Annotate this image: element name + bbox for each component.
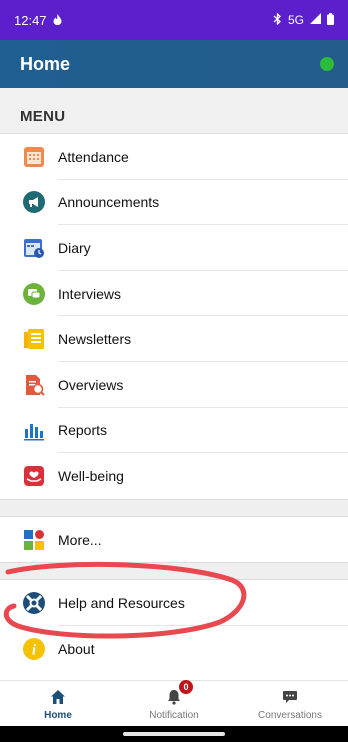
menu-item-newsletters[interactable]: Newsletters <box>0 316 348 362</box>
battery-icon <box>327 12 334 28</box>
diary-icon <box>22 236 46 260</box>
flame-icon <box>53 13 62 28</box>
menu-item-announcements[interactable]: Announcements <box>0 180 348 226</box>
bottom-navigation: Home 0 Notification Conversations <box>0 680 348 726</box>
menu-item-label: Help and Resources <box>58 595 185 612</box>
menu-item-attendance[interactable]: Attendance <box>0 134 348 180</box>
attendance-icon <box>22 145 46 169</box>
menu-item-label: More... <box>58 531 102 548</box>
app-bar: Home <box>0 40 348 88</box>
status-time: 12:47 <box>14 12 47 28</box>
online-status-dot <box>320 57 334 71</box>
menu-item-label: About <box>58 640 95 657</box>
menu-header-label: MENU <box>20 108 66 125</box>
reports-icon <box>22 418 46 442</box>
menu-section-header: MENU <box>0 88 348 134</box>
menu-item-label: Interviews <box>58 285 122 302</box>
nav-notification[interactable]: 0 Notification <box>119 680 229 721</box>
menu-item-reports[interactable]: Reports <box>0 408 348 454</box>
menu-item-label: Attendance <box>58 148 129 165</box>
more-apps-icon <box>22 528 46 552</box>
menu-item-label: Newsletters <box>58 331 132 348</box>
system-gesture-area <box>0 726 348 742</box>
menu-item-overviews[interactable]: Overviews <box>0 362 348 408</box>
notification-badge: 0 <box>179 680 193 694</box>
bluetooth-icon <box>273 11 282 28</box>
lifebuoy-icon <box>22 591 46 615</box>
menu-item-diary[interactable]: Diary <box>0 225 348 271</box>
menu-item-interviews[interactable]: Interviews <box>0 271 348 317</box>
menu-item-label: Reports <box>58 422 108 439</box>
menu-item-more[interactable]: More... <box>0 517 348 563</box>
nav-conversations-label: Conversations <box>258 710 322 721</box>
section-separator <box>0 498 348 517</box>
menu-item-label: Announcements <box>58 194 160 211</box>
menu-item-label: Diary <box>58 239 91 256</box>
menu-item-help-resources[interactable]: Help and Resources <box>0 580 348 626</box>
info-icon: i <box>22 637 46 661</box>
nav-conversations[interactable]: Conversations <box>235 686 345 721</box>
signal-icon <box>310 13 321 27</box>
network-type: 5G <box>287 13 304 27</box>
menu-item-about[interactable]: i About <box>0 626 348 672</box>
page-title: Home <box>20 53 71 74</box>
nav-home[interactable]: Home <box>3 686 113 721</box>
wellbeing-icon <box>22 464 46 488</box>
newsletters-icon <box>22 327 46 351</box>
home-icon <box>50 686 66 708</box>
nav-home-label: Home <box>44 710 72 721</box>
announcements-icon <box>22 190 46 214</box>
menu-item-wellbeing[interactable]: Well-being <box>0 453 348 499</box>
status-bar: 12:47 5G <box>0 0 348 40</box>
gesture-handle[interactable] <box>123 732 225 736</box>
nav-notification-label: Notification <box>149 710 199 721</box>
section-separator <box>0 562 348 581</box>
chat-bubble-icon <box>282 686 298 708</box>
menu-item-label: Well-being <box>58 467 124 484</box>
overviews-icon <box>22 373 46 397</box>
interviews-icon <box>22 282 46 306</box>
menu-item-label: Overviews <box>58 376 124 393</box>
menu-list: MENU Attendance Announcements Diary Inte… <box>0 88 348 680</box>
